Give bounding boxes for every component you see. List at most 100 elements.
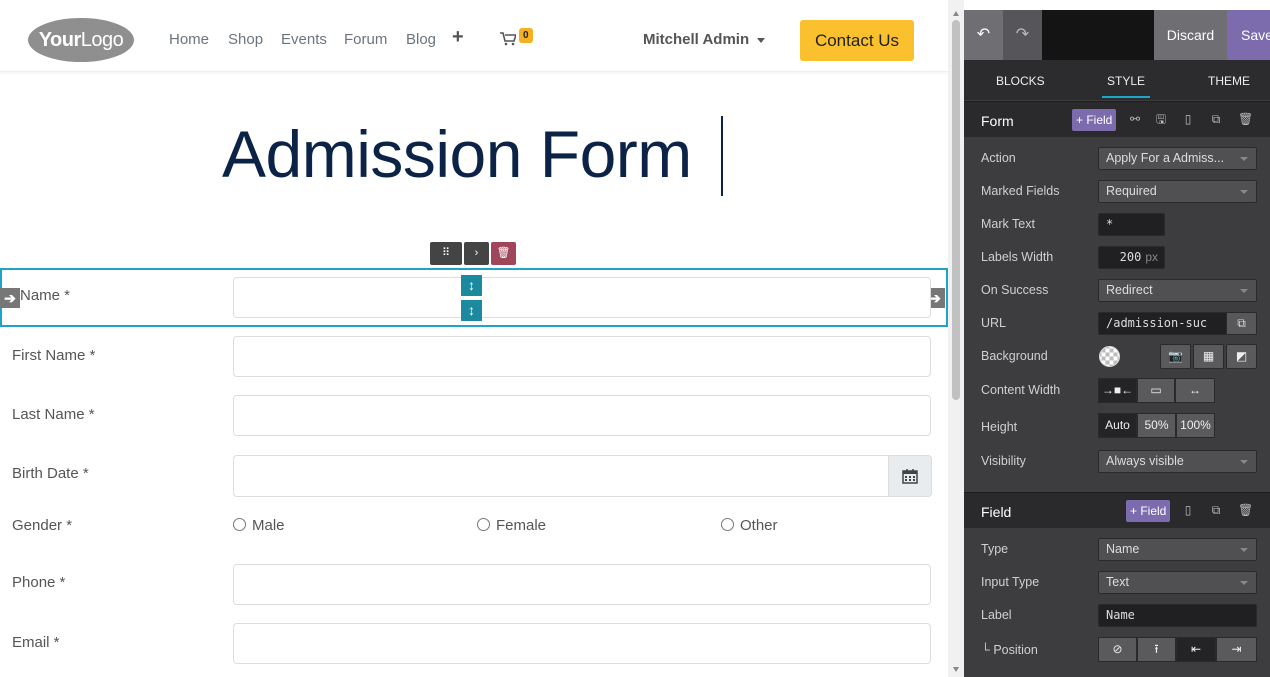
tab-blocks[interactable]: BLOCKS — [996, 74, 1045, 88]
gradient-icon[interactable]: ◩ — [1226, 344, 1257, 369]
field-label-email: Email * — [12, 634, 60, 651]
add-page-icon[interactable]: + — [452, 27, 464, 47]
clone-icon[interactable]: ⧉ — [1209, 112, 1223, 126]
action-select[interactable]: Apply For a Admiss... — [1098, 147, 1257, 170]
label-left-icon[interactable]: ⇤ — [1176, 637, 1216, 662]
calendar-icon[interactable] — [888, 455, 932, 497]
background-color-swatch[interactable] — [1099, 346, 1120, 367]
trash-icon[interactable]: 🗑 — [1238, 503, 1253, 517]
navbar: YourLogo Home Shop Events Forum Blog + 0… — [0, 0, 948, 72]
camera-icon[interactable]: 📷 — [1160, 344, 1191, 369]
label-label: Label — [981, 608, 1012, 622]
height-auto-button[interactable]: Auto — [1098, 413, 1137, 438]
form-section-title: Form — [981, 113, 1014, 129]
nav-shop[interactable]: Shop — [228, 31, 263, 48]
action-value: Apply For a Admiss... — [1106, 151, 1225, 165]
width-regular-icon[interactable]: ▭ — [1137, 378, 1175, 403]
type-select[interactable]: Name — [1098, 538, 1257, 561]
position-label: └ Position — [981, 643, 1038, 657]
redo-button[interactable]: ↷ — [1003, 10, 1042, 60]
input-type-select[interactable]: Text — [1098, 571, 1257, 594]
label-top-icon[interactable]: ⭱ — [1137, 637, 1176, 662]
mobile-icon[interactable]: ▯ — [1181, 503, 1195, 517]
cart-icon[interactable] — [500, 32, 516, 46]
drag-handle-icon[interactable]: ⠿ — [430, 242, 462, 265]
tab-theme[interactable]: THEME — [1208, 74, 1250, 88]
height-label: Height — [981, 420, 1018, 434]
add-field-button[interactable]: + Field — [1126, 500, 1171, 522]
field-label-first-name: First Name * — [12, 347, 96, 364]
radio-circle — [477, 518, 490, 531]
trash-icon[interactable]: 🗑 — [491, 242, 516, 265]
active-tab-indicator — [1102, 96, 1150, 98]
trash-icon[interactable]: 🗑 — [1238, 112, 1253, 126]
nav-blog[interactable]: Blog — [406, 31, 436, 48]
marked-fields-select[interactable]: Required — [1098, 180, 1257, 203]
name-input[interactable] — [233, 277, 931, 318]
background-label: Background — [981, 349, 1048, 363]
save-button[interactable]: Save — [1227, 10, 1270, 60]
radio-circle — [721, 518, 734, 531]
url-value: /admission-suc — [1106, 316, 1208, 330]
last-name-input[interactable] — [233, 395, 931, 436]
visibility-value: Always visible — [1106, 454, 1184, 468]
input-type-label: Input Type — [981, 575, 1040, 589]
gender-male-radio[interactable]: Male — [233, 517, 285, 534]
clone-icon[interactable]: ⧉ — [1209, 503, 1223, 517]
labels-width-unit: px — [1145, 250, 1158, 264]
width-small-icon[interactable]: →■← — [1098, 378, 1137, 403]
email-input[interactable] — [233, 623, 931, 664]
scroll-up-icon[interactable] — [953, 11, 959, 16]
action-label: Action — [981, 151, 1016, 165]
content-width-label: Content Width — [981, 383, 1061, 397]
height-50-button[interactable]: 50% — [1137, 413, 1176, 438]
external-link-icon[interactable]: ⧉ — [1226, 313, 1256, 334]
gender-other-radio[interactable]: Other — [721, 517, 778, 534]
scrollbar-thumb[interactable] — [952, 20, 960, 400]
url-label: URL — [981, 316, 1007, 330]
page-scrollbar[interactable] — [948, 0, 964, 677]
undo-button[interactable]: ↶ — [964, 10, 1003, 60]
save-snippet-icon[interactable]: 🖫 — [1154, 112, 1168, 126]
birth-date-input[interactable] — [233, 455, 889, 497]
user-menu[interactable]: Mitchell Admin — [643, 31, 766, 48]
url-input[interactable]: /admission-suc ⧉ — [1098, 312, 1257, 335]
first-name-input[interactable] — [233, 336, 931, 377]
nav-home[interactable]: Home — [169, 31, 209, 48]
tab-style[interactable]: STYLE — [1107, 74, 1145, 88]
scroll-down-icon[interactable] — [953, 667, 959, 672]
contact-us-button[interactable]: Contact Us — [800, 20, 914, 61]
mobile-icon[interactable]: ▯ — [1181, 112, 1195, 126]
user-name: Mitchell Admin — [643, 31, 750, 48]
resize-handle-top-icon[interactable]: ↕ — [461, 275, 482, 296]
visibility-select[interactable]: Always visible — [1098, 450, 1257, 473]
on-success-select[interactable]: Redirect — [1098, 279, 1257, 302]
width-full-icon[interactable]: ↔ — [1175, 378, 1215, 403]
phone-input[interactable] — [233, 564, 931, 605]
mark-text-input[interactable]: * — [1098, 213, 1165, 236]
nav-forum[interactable]: Forum — [344, 31, 387, 48]
field-label-birth-date: Birth Date * — [12, 465, 89, 482]
height-100-button[interactable]: 100% — [1176, 413, 1215, 438]
label-right-icon[interactable]: ⇥ — [1216, 637, 1257, 662]
chevron-down-icon — [1240, 460, 1248, 464]
add-field-button[interactable]: + Field — [1072, 109, 1117, 131]
resize-handle-bottom-icon[interactable]: ↕ — [461, 300, 482, 321]
gender-female-radio[interactable]: Female — [477, 517, 546, 534]
labels-width-input[interactable]: 200 px — [1098, 246, 1165, 269]
logo[interactable]: YourLogo — [28, 18, 134, 62]
link-icon[interactable]: ⚯ — [1128, 112, 1142, 126]
discard-button[interactable]: Discard — [1154, 10, 1227, 60]
field-label-name: Name * — [20, 287, 71, 304]
radio-label: Other — [740, 517, 778, 534]
nav-events[interactable]: Events — [281, 31, 327, 48]
video-icon[interactable]: ▦ — [1193, 344, 1224, 369]
marked-fields-value: Required — [1106, 184, 1157, 198]
move-left-icon[interactable]: ➔ — [0, 288, 20, 308]
page-title[interactable]: Admission Form — [222, 116, 692, 192]
field-label-gender: Gender * — [12, 517, 73, 534]
hidden-icon[interactable]: ⊘ — [1098, 637, 1137, 662]
chevron-right-icon[interactable]: › — [464, 242, 489, 265]
label-input[interactable]: Name — [1098, 604, 1257, 627]
chevron-down-icon — [1240, 581, 1248, 585]
